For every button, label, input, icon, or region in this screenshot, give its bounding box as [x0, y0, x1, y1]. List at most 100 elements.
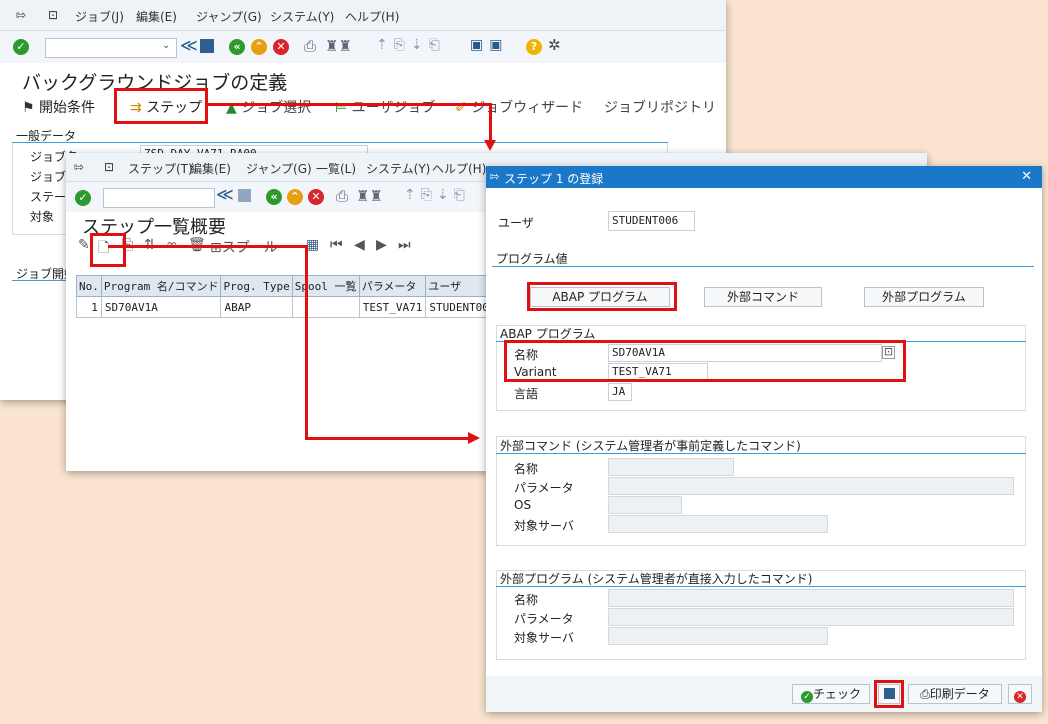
cancel-button[interactable]: ✕ — [1008, 684, 1032, 704]
last-page-icon[interactable]: ⏭ — [398, 237, 411, 253]
tab-job-select[interactable]: ▲ ジョブ選択 — [226, 97, 311, 117]
extcmd-param-label: パラメータ — [514, 481, 574, 495]
menu-help[interactable]: ヘルプ(H) — [345, 8, 399, 25]
cancel-icon[interactable]: ✕ — [308, 189, 324, 205]
page-nav-icons[interactable]: ⇡⎘⇣⎗ — [404, 187, 470, 203]
arrow-head-2 — [468, 432, 480, 444]
check-icon: ✓ — [800, 691, 813, 703]
print-icon[interactable]: ⎙ — [336, 187, 348, 205]
extprog-server-field[interactable] — [608, 627, 828, 645]
menu-icon[interactable]: ⊡ — [104, 160, 114, 174]
cell-program: SD70AV1A — [100, 296, 222, 318]
exit-icon[interactable]: ⇰ — [74, 160, 84, 174]
arrow-line-2c — [305, 437, 470, 440]
print-icon: ⎙ — [920, 687, 930, 701]
external-program-button[interactable]: 外部プログラム — [864, 287, 984, 307]
print-icon[interactable]: ⎙ — [304, 37, 316, 55]
cell-spool — [291, 296, 360, 318]
back-icon[interactable]: « — [266, 189, 282, 205]
table-row[interactable]: 1 SD70AV1A ABAP TEST_VA71 STUDENT006 — [76, 296, 500, 318]
page-nav-icons[interactable]: ⇡⎘⇣⎗ — [376, 37, 446, 53]
menu-bar: ⇰ ⊡ ジョブ(J) 編集(E) ジャンプ(G) システム(Y) ヘルプ(H) — [0, 0, 726, 31]
settings-icon[interactable]: ✲ — [548, 36, 561, 54]
edit-pencil-icon[interactable]: ✎ — [78, 237, 90, 253]
session-icons[interactable]: ▣▣ — [470, 37, 508, 53]
extprog-name-field[interactable] — [608, 589, 1014, 607]
cell-type: ABAP — [220, 296, 293, 318]
menu-jump[interactable]: ジャンプ(G) — [196, 8, 262, 25]
abap-fields-highlight — [504, 340, 906, 382]
external-command-button[interactable]: 外部コマンド — [704, 287, 822, 307]
extcmd-name-field[interactable] — [608, 458, 734, 476]
program-values-line — [492, 266, 1034, 267]
menu-icon[interactable]: ⊡ — [48, 8, 58, 22]
cancel-icon[interactable]: ✕ — [273, 39, 289, 55]
command-field[interactable] — [103, 188, 215, 208]
confirm-icon[interactable]: ✓ — [13, 39, 29, 55]
menu-edit[interactable]: 編集(E) — [190, 160, 231, 177]
close-icon[interactable]: ✕ — [1021, 169, 1032, 184]
menu-system[interactable]: システム(Y) — [366, 160, 430, 177]
tab-start-condition[interactable]: ⚑ 開始条件 — [22, 97, 95, 117]
extprog-param-field[interactable] — [608, 608, 1014, 626]
save-icon[interactable] — [200, 39, 214, 53]
menu-help[interactable]: ヘルプ(H) — [432, 160, 486, 177]
exit-icon[interactable]: ⇰ — [16, 8, 26, 22]
col-no[interactable]: No. — [76, 275, 102, 297]
check-button[interactable]: ✓ チェック — [792, 684, 870, 704]
find-icon[interactable]: ♜♜ — [356, 187, 383, 205]
extprog-name-label: 名称 — [514, 593, 539, 607]
tab-job-repository[interactable]: ジョブリポジトリ — [604, 97, 716, 117]
user-label: ユーザ — [498, 216, 534, 230]
col-spool[interactable]: Spool 一覧 — [291, 275, 360, 297]
prev-page-icon[interactable]: ◀ — [354, 237, 365, 253]
find-icon[interactable]: ♜♜ — [325, 37, 352, 55]
menu-list[interactable]: 一覧(L) — [316, 160, 356, 177]
exit-nav-icon[interactable]: ⌃ — [287, 189, 303, 205]
tab-user-job[interactable]: ⊨ ユーザジョブ — [335, 97, 435, 117]
back-history-icon[interactable]: ≪ — [216, 185, 234, 205]
save-icon[interactable] — [238, 189, 251, 202]
extprog-group-line — [496, 586, 1026, 587]
extcmd-server-field[interactable] — [608, 515, 828, 533]
program-values-label: プログラム値 — [496, 252, 568, 266]
extcmd-name-label: 名称 — [514, 462, 539, 476]
extcmd-param-field[interactable] — [608, 477, 1014, 495]
extcmd-group-line — [496, 453, 1026, 454]
step-create-dialog: ⇰ ステップ 1 の登録 ✕ ユーザ STUDENT006 プログラム値 ABA… — [486, 166, 1042, 712]
abap-language-field[interactable]: JA — [608, 383, 632, 401]
confirm-icon[interactable]: ✓ — [75, 190, 91, 206]
help-icon[interactable]: ? — [526, 39, 542, 55]
menu-jump[interactable]: ジャンプ(G) — [246, 160, 312, 177]
tab-job-wizard[interactable]: ✐ ジョブウィザード — [455, 97, 583, 117]
dropdown-icon[interactable]: ⌄ — [162, 40, 170, 51]
label-target: 対象 — [30, 210, 55, 224]
extcmd-server-label: 対象サーバ — [514, 519, 574, 533]
extcmd-os-label: OS — [514, 498, 532, 512]
user-field[interactable]: STUDENT006 — [608, 211, 695, 231]
menu-step[interactable]: ステップ(T) — [128, 160, 193, 177]
col-program[interactable]: Program 名/コマンド — [100, 275, 222, 297]
dialog-title-bar: ⇰ ステップ 1 の登録 ✕ — [486, 166, 1042, 188]
menu-job[interactable]: ジョブ(J) — [75, 8, 124, 25]
first-page-icon[interactable]: ⏮ — [330, 237, 343, 253]
menu-system[interactable]: システム(Y) — [270, 8, 334, 25]
exit-nav-icon[interactable]: ⌃ — [251, 39, 267, 55]
extprog-group-label: 外部プログラム (システム管理者が直接入力したコマンド) — [500, 572, 813, 586]
cell-param: TEST_VA71 — [358, 296, 427, 318]
back-history-icon[interactable]: ≪ — [180, 36, 198, 56]
application-toolbar: ⚑ 開始条件 ⇉ ステップ ▲ ジョブ選択 ⊨ ユーザジョブ ✐ ジョブウィザー… — [0, 94, 726, 120]
command-field[interactable] — [45, 38, 177, 58]
next-page-icon[interactable]: ▶ — [376, 237, 387, 253]
print-data-button[interactable]: ⎙印刷データ — [908, 684, 1002, 704]
save-highlight — [874, 680, 904, 708]
table-header: No. Program 名/コマンド Prog. Type Spool 一覧 パ… — [76, 275, 500, 297]
col-type[interactable]: Prog. Type — [220, 275, 293, 297]
menu-edit[interactable]: 編集(E) — [136, 8, 177, 25]
arrow-line-1b — [489, 103, 492, 143]
steps-highlight — [114, 88, 208, 124]
col-param[interactable]: パラメータ — [358, 275, 427, 297]
arrow-head-1 — [484, 140, 496, 151]
extcmd-os-field[interactable] — [608, 496, 682, 514]
back-icon[interactable]: « — [229, 39, 245, 55]
